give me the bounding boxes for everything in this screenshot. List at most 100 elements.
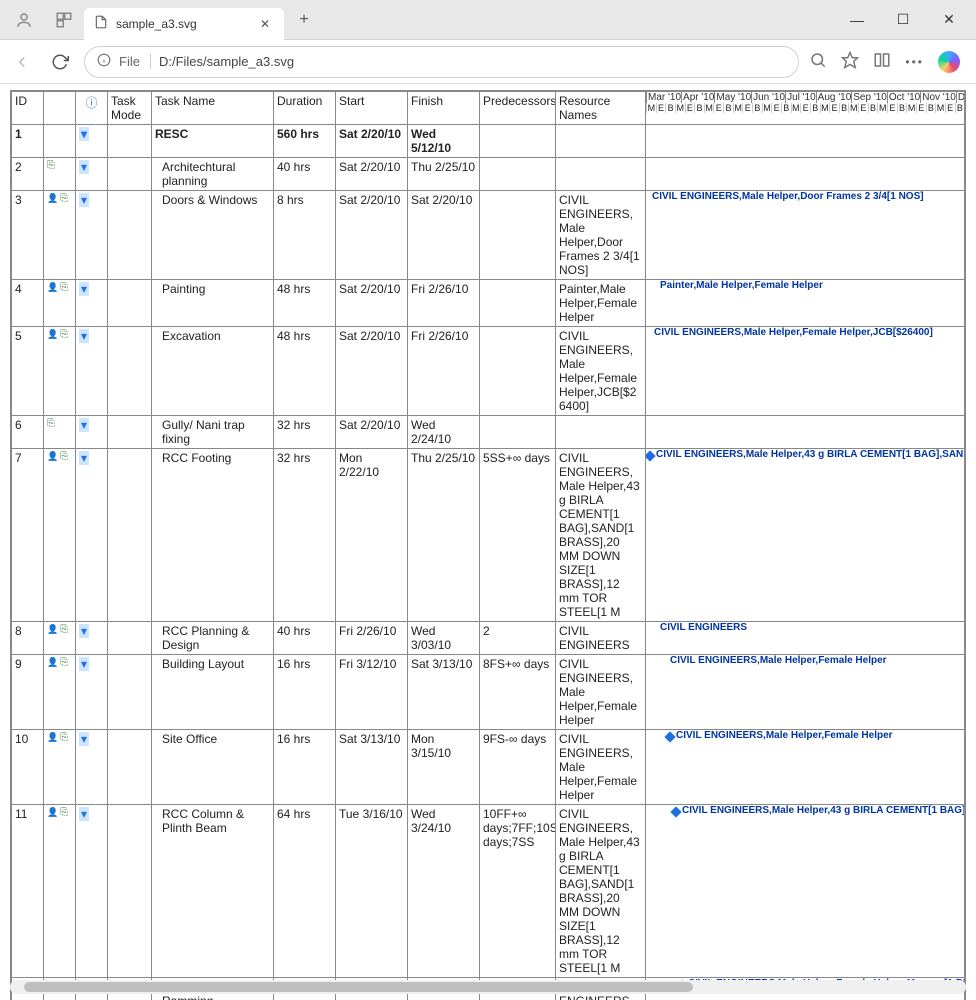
cell-mode	[108, 191, 152, 280]
note-icon: ▾	[79, 418, 89, 432]
cell-indicators: 👤⎘	[44, 655, 76, 730]
timeline-tick: M	[704, 103, 714, 113]
table-row[interactable]: 3👤⎘▾Doors & Windows8 hrsSat 2/20/10Sat 2…	[12, 191, 965, 280]
split-screen-icon[interactable]	[873, 51, 891, 72]
note-icon: ▾	[79, 282, 89, 296]
profile-icon[interactable]	[12, 8, 36, 32]
table-row[interactable]: 1▾RESC560 hrsSat 2/20/10Wed 5/12/10	[12, 125, 965, 158]
cell-duration: 48 hrs	[274, 280, 336, 327]
cell-duration: 560 hrs	[274, 125, 336, 158]
close-window-button[interactable]: ✕	[926, 0, 972, 40]
cell-finish: Wed 5/12/10	[408, 125, 480, 158]
more-icon[interactable]: •••	[905, 55, 924, 69]
cell-indicators: 👤⎘	[44, 280, 76, 327]
cell-mode	[108, 158, 152, 191]
table-row[interactable]: 7👤⎘▾RCC Footing32 hrsMon 2/22/10Thu 2/25…	[12, 449, 965, 622]
table-row[interactable]: 5👤⎘▾Excavation48 hrsSat 2/20/10Fri 2/26/…	[12, 327, 965, 416]
cell-resources: CIVIL ENGINEERS,Male Helper,Female Helpe…	[556, 655, 646, 730]
timeline-tick: E	[858, 103, 868, 113]
table-row[interactable]: 2⎘▾Architechtural planning40 hrsSat 2/20…	[12, 158, 965, 191]
task-table: ID ⓘ Task Mode Task Name Duration Start …	[11, 91, 965, 1000]
url-field[interactable]: File D:/Files/sample_a3.svg	[84, 46, 799, 78]
cell-note: ▾	[76, 449, 108, 622]
horizontal-scrollbar[interactable]	[10, 980, 966, 994]
col-duration[interactable]: Duration	[274, 92, 336, 125]
cell-predecessors	[480, 158, 556, 191]
timeline-tick: M	[791, 103, 801, 113]
window-controls: — ☐ ✕	[834, 0, 972, 40]
cell-id: 8	[12, 622, 44, 655]
maximize-button[interactable]: ☐	[880, 0, 926, 40]
table-row[interactable]: 6⎘▾Gully/ Nani trap fixing32 hrsSat 2/20…	[12, 416, 965, 449]
cell-finish: Mon 3/15/10	[408, 730, 480, 805]
cell-task-name: Doors & Windows	[152, 191, 274, 280]
col-finish[interactable]: Finish	[408, 92, 480, 125]
refresh-button[interactable]	[46, 48, 74, 76]
new-tab-button[interactable]: +	[290, 6, 318, 34]
timeline-tick: E	[685, 103, 695, 113]
cell-finish: Sat 2/20/10	[408, 191, 480, 280]
col-predecessors[interactable]: Predecessors	[480, 92, 556, 125]
browser-tab[interactable]: sample_a3.svg ✕	[84, 8, 284, 40]
cell-predecessors: 10FF+∞ days;7FF;10SS+∞ days;7SS	[480, 805, 556, 978]
overallocated-icon: 👤	[47, 193, 58, 204]
table-row[interactable]: 8👤⎘▾RCC Planning & Design40 hrsFri 2/26/…	[12, 622, 965, 655]
timeline-tick: B	[781, 103, 791, 113]
cell-predecessors: 8FS+∞ days	[480, 655, 556, 730]
col-id[interactable]: ID	[12, 92, 44, 125]
cell-resources: CIVIL ENGINEERS,Male Helper,Door Frames …	[556, 191, 646, 280]
cell-gantt	[646, 158, 965, 191]
note-icon: ▾	[79, 127, 89, 141]
page: ID ⓘ Task Mode Task Name Duration Start …	[10, 90, 966, 1000]
timeline-tick: B	[723, 103, 733, 113]
timeline-tick: B	[665, 103, 675, 113]
favorite-icon[interactable]	[841, 51, 859, 72]
table-row[interactable]: 11👤⎘▾RCC Column & Plinth Beam64 hrsTue 3…	[12, 805, 965, 978]
gantt-resource-label: CIVIL ENGINEERS	[660, 622, 747, 633]
col-task-mode[interactable]: Task Mode	[108, 92, 152, 125]
overallocated-icon: 👤	[47, 282, 58, 293]
header-row: ID ⓘ Task Mode Task Name Duration Start …	[12, 92, 965, 125]
cell-task-name: RCC Footing	[152, 449, 274, 622]
cell-id: 3	[12, 191, 44, 280]
timeline-tick: B	[839, 103, 849, 113]
back-button[interactable]	[8, 48, 36, 76]
cell-task-name: Site Office	[152, 730, 274, 805]
cell-indicators: 👤⎘	[44, 622, 76, 655]
address-bar: File D:/Files/sample_a3.svg •••	[0, 40, 976, 84]
table-row[interactable]: 9👤⎘▾Building Layout16 hrsFri 3/12/10Sat …	[12, 655, 965, 730]
copilot-icon[interactable]	[938, 51, 960, 73]
constraint-icon: ⎘	[60, 282, 68, 293]
cell-task-name: Gully/ Nani trap fixing	[152, 416, 274, 449]
timeline-tick: E	[916, 103, 926, 113]
table-row[interactable]: 4👤⎘▾Painting48 hrsSat 2/20/10Fri 2/26/10…	[12, 280, 965, 327]
col-start[interactable]: Start	[336, 92, 408, 125]
table-row[interactable]: 10👤⎘▾Site Office16 hrsSat 3/13/10Mon 3/1…	[12, 730, 965, 805]
cell-resources: CIVIL ENGINEERS,Male Helper,Female Helpe…	[556, 327, 646, 416]
cell-predecessors	[480, 416, 556, 449]
timeline-month: Jun '10	[751, 92, 785, 103]
cell-note: ▾	[76, 655, 108, 730]
workspaces-icon[interactable]	[52, 8, 76, 32]
minimize-button[interactable]: —	[834, 0, 880, 40]
overallocated-icon: 👤	[47, 329, 58, 340]
cell-id: 5	[12, 327, 44, 416]
col-indicators[interactable]	[44, 92, 76, 125]
zoom-icon[interactable]	[809, 51, 827, 72]
cell-duration: 64 hrs	[274, 805, 336, 978]
close-tab-icon[interactable]: ✕	[256, 15, 274, 33]
cell-gantt: CIVIL ENGINEERS,Male Helper,43 g BIRLA C…	[646, 805, 965, 978]
constraint-icon: ⎘	[60, 624, 68, 635]
info-icon[interactable]	[97, 53, 111, 70]
col-resources[interactable]: Resource Names	[556, 92, 646, 125]
col-task-name[interactable]: Task Name	[152, 92, 274, 125]
cell-indicators: ⎘	[44, 416, 76, 449]
document-viewport[interactable]: ID ⓘ Task Mode Task Name Duration Start …	[0, 84, 976, 1000]
timeline-sub: MEBMEBMEBMEBMEBMEBMEBMEBMEBMEBMEB	[646, 103, 964, 113]
col-info[interactable]: ⓘ	[76, 92, 108, 125]
cell-duration: 8 hrs	[274, 191, 336, 280]
cell-duration: 32 hrs	[274, 416, 336, 449]
scrollbar-thumb[interactable]	[24, 982, 693, 992]
overallocated-icon: 👤	[47, 807, 58, 818]
gantt-arrow-icon	[664, 731, 675, 742]
